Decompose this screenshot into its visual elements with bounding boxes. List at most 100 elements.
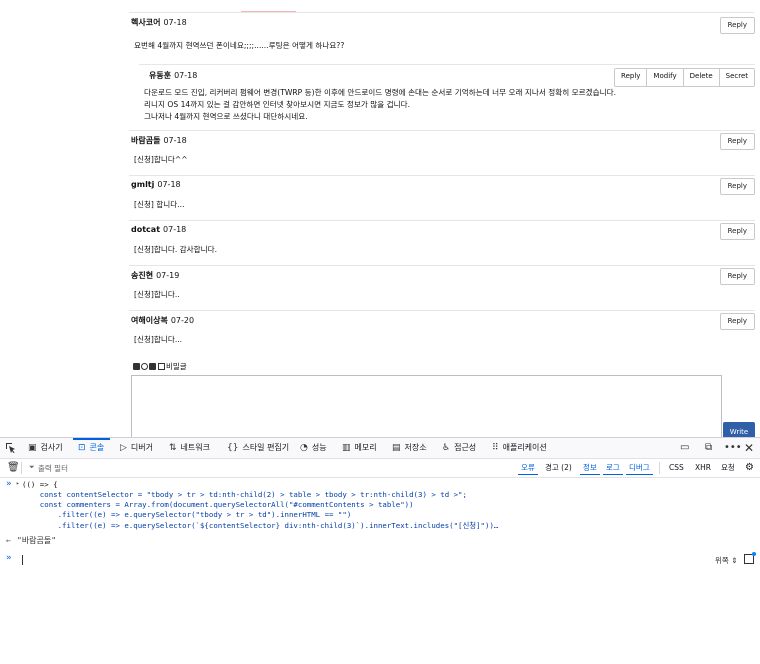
comment-author: gmltj	[131, 180, 155, 189]
tab-console[interactable]: ⊡ 콘솔	[72, 438, 111, 458]
network-icon: ⇅	[169, 443, 177, 453]
filter-logs[interactable]: 로그	[603, 461, 623, 475]
dock-options-icon[interactable]: ⧉	[705, 438, 712, 458]
filter-requests[interactable]: 요청	[718, 461, 738, 474]
tab-accessibility[interactable]: ♿ 접근성	[442, 438, 476, 458]
delete-button[interactable]: Delete	[682, 69, 719, 86]
tab-inspector[interactable]: ▣ 검사기	[28, 438, 63, 458]
expand-editor-icon[interactable]	[149, 363, 156, 370]
filter-icon: ⏷	[29, 463, 35, 471]
comment-author: 유동훈	[149, 71, 172, 80]
comment-header: 여해이상복 07-20	[131, 315, 194, 326]
secret-label: 비밀글	[166, 362, 187, 371]
console-filter-bar: 🗑 ⏷ 오류 경고 (2) 정보 로그 디버그 CSS XHR 요청 ⚙	[0, 459, 760, 478]
filter-warnings[interactable]: 경고 (2)	[542, 461, 575, 474]
modify-button[interactable]: Modify	[646, 69, 683, 86]
comment-header: gmltj 07-18	[131, 180, 181, 189]
comment-body: 다운로드 모드 진입, 리커버리 펌웨어 변경(TWRP 등)한 이후에 안드로…	[144, 87, 616, 123]
devtools-panel: ▣ 검사기 ⊡ 콘솔 ▷ 디버거 ⇅ 네트워크 {} 스타일 편집기 ◔ 성능 ▥ 메모리 ▤…	[0, 437, 760, 664]
code-line: .filter((e) => e.querySelector(`${conten…	[22, 521, 499, 530]
reply-button[interactable]: Reply	[719, 223, 755, 240]
comment-date: 07-18	[174, 71, 198, 80]
comment-item: 바람곰돌 07-18 Reply [신청]합니다^^	[129, 130, 755, 176]
comment-item: 송진현 07-19 Reply [신청]합니다..	[129, 265, 755, 311]
comment-body: [신청]합니다. 감사합니다.	[134, 244, 217, 256]
code-line: (() => {	[22, 480, 58, 489]
tab-debugger[interactable]: ▷ 디버거	[120, 438, 153, 458]
comment-body: [신청] 합니다...	[134, 199, 185, 211]
comment-author: dotcat	[131, 225, 161, 234]
comment-header: 바람곰돌 07-18	[131, 135, 187, 146]
comment-text-line: [신청] 합니다...	[134, 200, 185, 209]
filter-css[interactable]: CSS	[666, 461, 687, 474]
divider	[21, 462, 22, 474]
filter-debug[interactable]: 디버그	[626, 461, 653, 475]
console-icon: ⊡	[78, 443, 86, 453]
tab-memory[interactable]: ▥ 메모리	[342, 438, 377, 458]
comment-textarea[interactable]	[131, 375, 722, 437]
comment-body: 요번해 4월까지 현역쓰던 폰이네요;;;;......루팅은 어떻게 하나요?…	[134, 40, 344, 52]
application-icon: ⠿	[492, 443, 499, 453]
filter-input[interactable]	[38, 462, 238, 474]
code-line: const contentSelector = "tbody > tr > td…	[22, 490, 467, 499]
storage-icon: ▤	[392, 443, 401, 453]
filter-info[interactable]: 정보	[580, 461, 600, 475]
tab-storage[interactable]: ▤ 저장소	[392, 438, 427, 458]
input-position-select[interactable]: 위쪽 ⇕	[715, 555, 737, 566]
comment-author: 헥사코어	[131, 18, 161, 27]
comment-body: [신청]합니다^^	[134, 154, 188, 166]
secret-button[interactable]: Secret	[718, 69, 754, 86]
result-arrow-icon: ←	[6, 536, 11, 545]
reply-button[interactable]: Reply	[615, 69, 647, 86]
console-input-row[interactable]: » 위쪽 ⇕	[0, 552, 760, 568]
comment-item: 여해이상복 07-20 Reply [신청]합니다...	[129, 310, 755, 355]
reply-button[interactable]: Reply	[719, 133, 755, 150]
write-button[interactable]: Write	[723, 422, 755, 437]
reset-editor-icon[interactable]	[141, 363, 148, 370]
console-result: "바람곰돌"	[17, 536, 57, 545]
filter-xhr[interactable]: XHR	[692, 461, 714, 474]
comment-text-line: 리니지 OS 14까지 있는 걸 감안하면 인터넷 찾아보시면 지금도 정보가 …	[144, 100, 410, 109]
collapse-arrow-icon[interactable]: ▸	[16, 480, 20, 487]
code-line: const commenters = Array.from(document.q…	[22, 500, 414, 509]
tab-network[interactable]: ⇅ 네트워크	[169, 438, 210, 458]
responsive-design-icon[interactable]: ▭	[680, 438, 689, 458]
comment-body: [신청]합니다..	[134, 289, 180, 301]
comment-text-line: [신청]합니다. 감사합니다.	[134, 245, 218, 254]
reply-button[interactable]: Reply	[719, 17, 755, 34]
tab-performance[interactable]: ◔ 성능	[300, 438, 327, 458]
reply-button[interactable]: Reply	[719, 268, 755, 285]
input-prompt-icon: »	[6, 479, 12, 489]
web-page: 헥사코어 07-18 Reply 요번해 4월까지 현역쓰던 폰이네요;;;;..…	[0, 0, 760, 437]
comment-text-line: 그나저나 4월까지 현역으로 쓰셨다니 대단하시네요.	[144, 112, 308, 121]
divider	[659, 462, 660, 474]
sidebar-toggle-icon[interactable]	[744, 552, 756, 564]
comment-date: 07-18	[163, 136, 187, 145]
inspector-icon: ▣	[28, 443, 37, 453]
comment-text-line: [신청]합니다...	[134, 335, 183, 344]
comment-item: 헥사코어 07-18 Reply 요번해 4월까지 현역쓰던 폰이네요;;;;..…	[129, 12, 755, 131]
console-settings-icon[interactable]: ⚙	[742, 461, 757, 474]
tab-application[interactable]: ⠿ 애플리케이션	[492, 438, 547, 458]
comment-author: 송진현	[131, 271, 154, 280]
comment-header: 헥사코어 07-18	[131, 17, 187, 28]
input-prompt-icon: »	[6, 553, 12, 563]
code-line: .filter((e) => e.querySelector("tbody > …	[22, 510, 352, 519]
shrink-editor-icon[interactable]	[133, 363, 140, 370]
element-picker-icon[interactable]	[5, 438, 16, 458]
secret-checkbox[interactable]	[158, 363, 165, 370]
reply-button[interactable]: Reply	[719, 313, 755, 330]
close-icon[interactable]: ✕	[744, 438, 754, 458]
comment-header: 송진현 07-19	[131, 270, 179, 281]
tab-style-editor[interactable]: {} 스타일 편집기	[227, 438, 289, 458]
devtools-toolbar: ▣ 검사기 ⊡ 콘솔 ▷ 디버거 ⇅ 네트워크 {} 스타일 편집기 ◔ 성능 ▥ 메모리 ▤…	[0, 438, 760, 459]
clear-console-icon[interactable]: 🗑	[7, 462, 20, 473]
comment-text-line: 다운로드 모드 진입, 리커버리 펌웨어 변경(TWRP 등)한 이후에 안드로…	[144, 88, 617, 97]
comment-date: 07-18	[163, 225, 187, 234]
comment-author: 바람곰돌	[131, 136, 161, 145]
performance-icon: ◔	[300, 443, 308, 453]
filter-errors[interactable]: 오류	[518, 461, 538, 475]
more-options-icon[interactable]: •••	[724, 438, 742, 458]
reply-button[interactable]: Reply	[719, 178, 755, 195]
comment-date: 07-19	[156, 271, 180, 280]
